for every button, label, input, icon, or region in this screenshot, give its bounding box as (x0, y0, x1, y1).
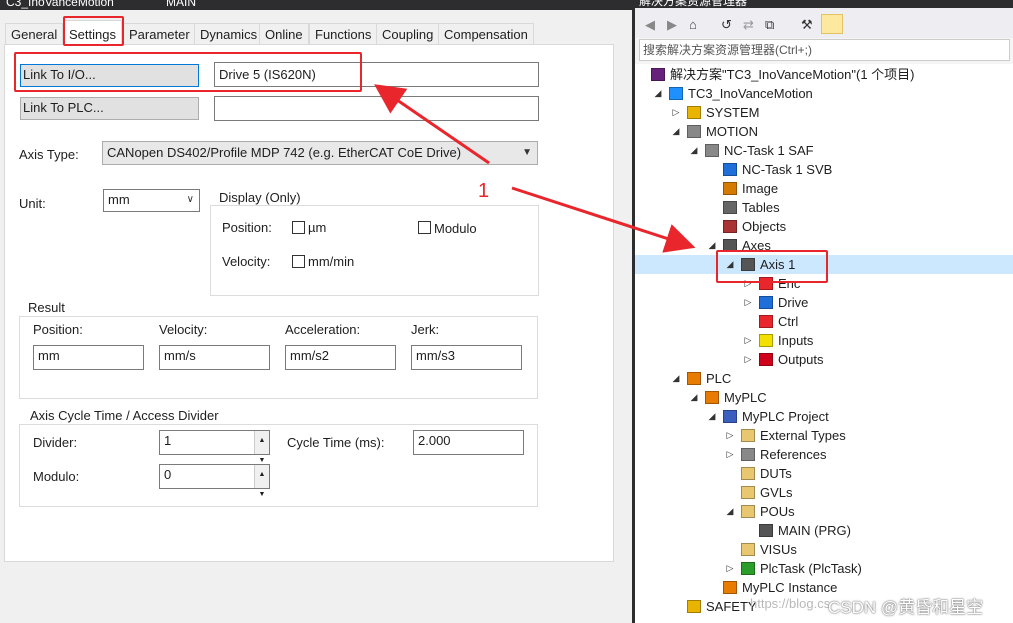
blog-watermark: https://blog.cs (750, 596, 831, 611)
csdn-credit: CSDN @黄昏和星空 (828, 598, 984, 617)
arrow-to-axis1 (511, 186, 696, 253)
annotation-arrows (374, 84, 696, 253)
arrow-to-link-io (374, 84, 490, 165)
